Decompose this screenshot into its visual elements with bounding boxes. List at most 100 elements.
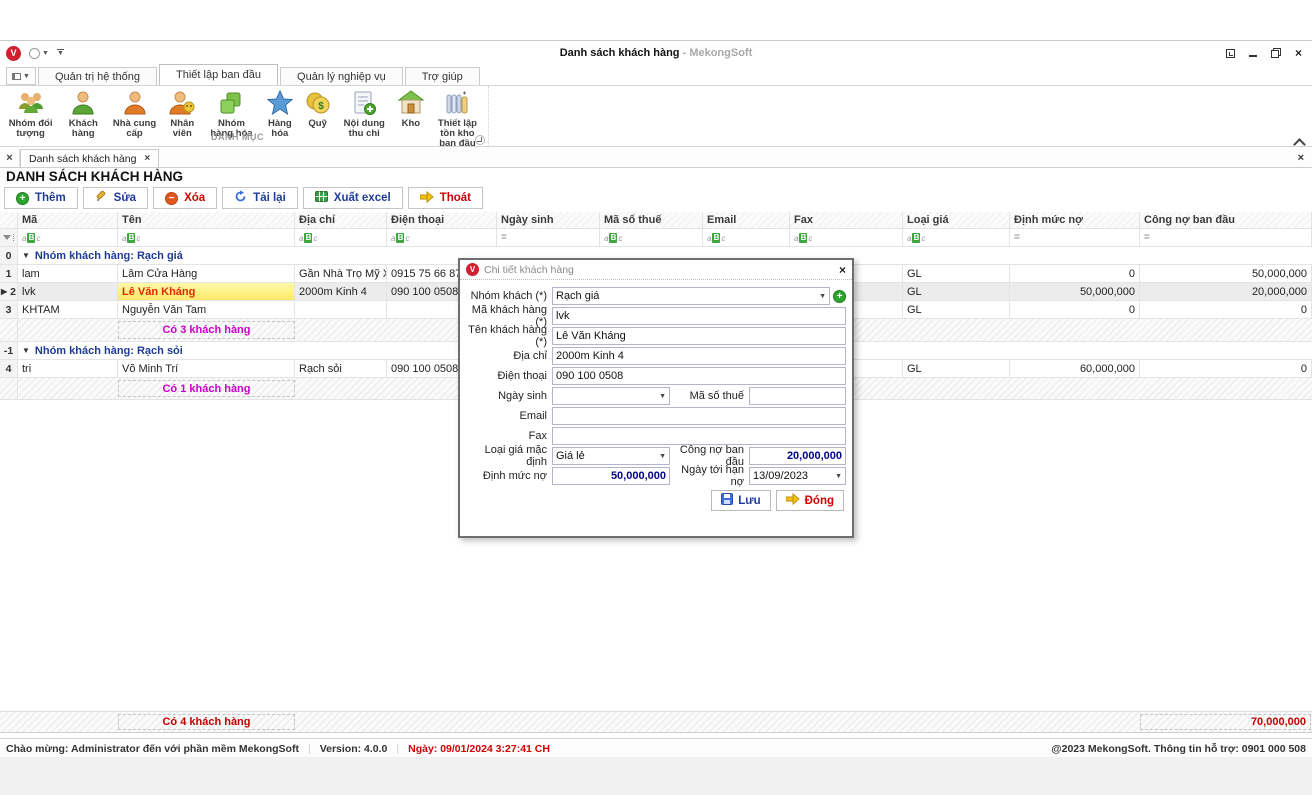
ribbon-tab-thiet-lap-ban-dau[interactable]: Thiết lập ban đầu <box>159 64 278 85</box>
tabstrip-close-left-icon[interactable]: × <box>0 149 20 167</box>
cell-cong-no-ban-dau[interactable]: 0 <box>1140 360 1312 377</box>
filter-cell-loai-gia[interactable]: aBc <box>903 229 1010 246</box>
column-header-loai-gia[interactable]: Loại giá <box>903 212 1010 228</box>
delete-button[interactable]: − Xóa <box>153 187 217 209</box>
document-tab-danh-sach-khach-hang[interactable]: Danh sách khách hàng × <box>20 149 159 167</box>
cell-dinh-muc-no[interactable]: 50,000,000 <box>1010 283 1140 300</box>
group-expanded-icon[interactable]: ▼ <box>22 346 30 355</box>
row-indicator[interactable]: 1 <box>0 265 18 282</box>
filter-cell-ma-so-thue[interactable]: aBc <box>600 229 703 246</box>
dien-thoai-input[interactable] <box>552 367 846 385</box>
column-header-dinh-muc-no[interactable]: Định mức nợ <box>1010 212 1140 228</box>
email-input[interactable] <box>552 407 846 425</box>
cell-dinh-muc-no[interactable]: 0 <box>1010 265 1140 282</box>
column-header-dia-chi[interactable]: Địa chỉ <box>295 212 387 228</box>
cell-loai-gia[interactable]: GL <box>903 360 1010 377</box>
cell-dia-chi[interactable]: Gần Nhà Trọ Mỹ X... <box>295 265 387 282</box>
status-support: @2023 MekongSoft. Thông tin hỗ trợ: 0901… <box>1051 743 1306 755</box>
filter-cell-cong-no-ban-dau[interactable]: = <box>1140 229 1312 246</box>
column-header-ma[interactable]: Mã <box>18 212 118 228</box>
row-indicator[interactable]: 3 <box>0 301 18 318</box>
filter-cell-email[interactable]: aBc <box>703 229 790 246</box>
cell-ma[interactable]: tri <box>18 360 118 377</box>
ribbon-item-quy[interactable]: $ Quỹ <box>300 88 336 130</box>
ngay-sinh-combobox[interactable]: ▼ <box>552 387 670 405</box>
fax-input[interactable] <box>552 427 846 445</box>
cell-dinh-muc-no[interactable]: 60,000,000 <box>1010 360 1140 377</box>
column-header-fax[interactable]: Fax <box>790 212 903 228</box>
cell-cong-no-ban-dau[interactable]: 0 <box>1140 301 1312 318</box>
add-group-button[interactable]: + <box>833 290 846 303</box>
row-indicator[interactable]: -1 <box>0 342 18 359</box>
fullscreen-icon[interactable] <box>1226 49 1235 58</box>
ma-khach-hang-input[interactable] <box>552 307 846 325</box>
cong-no-ban-dau-input[interactable] <box>749 447 846 465</box>
dinh-muc-no-input[interactable] <box>552 467 670 485</box>
add-button[interactable]: + Thêm <box>4 187 78 209</box>
ribbon-collapse-icon[interactable] <box>1294 136 1304 144</box>
row-indicator[interactable]: 0 <box>0 247 18 264</box>
row-indicator[interactable]: 4 <box>0 360 18 377</box>
qat-button[interactable]: ▼ <box>29 48 49 59</box>
ngay-toi-han-no-datepicker[interactable]: 13/09/2023 ▼ <box>749 467 846 485</box>
grid-corner-cell[interactable] <box>0 212 18 228</box>
cell-ma[interactable]: KHTAM <box>18 301 118 318</box>
cell-ten[interactable]: Võ Minh Trí <box>118 360 295 377</box>
ribbon-tab-tro-giup[interactable]: Trợ giúp <box>405 67 480 85</box>
filter-cell-ten[interactable]: aBc <box>118 229 295 246</box>
dia-chi-input[interactable] <box>552 347 846 365</box>
ribbon-item-kho[interactable]: Kho <box>393 88 429 130</box>
tabstrip-close-right-icon[interactable]: × <box>1298 149 1312 167</box>
column-header-cong-no-ban-dau[interactable]: Công nợ ban đầu <box>1140 212 1312 228</box>
ten-khach-hang-input[interactable] <box>552 327 846 345</box>
ribbon-apps-button[interactable]: ▼ <box>6 67 36 85</box>
dialog-titlebar[interactable]: V Chi tiết khách hàng × <box>460 260 852 280</box>
filter-cell-dinh-muc-no[interactable]: = <box>1010 229 1140 246</box>
filter-cell-fax[interactable]: aBc <box>790 229 903 246</box>
restore-icon[interactable] <box>1271 48 1281 58</box>
cell-cong-no-ban-dau[interactable]: 50,000,000 <box>1140 265 1312 282</box>
column-header-ten[interactable]: Tên <box>118 212 295 228</box>
cell-dinh-muc-no[interactable]: 0 <box>1010 301 1140 318</box>
cell-ten[interactable]: Nguyễn Văn Tam <box>118 301 295 318</box>
cell-ma[interactable]: lvk <box>18 283 118 300</box>
column-header-ma-so-thue[interactable]: Mã số thuế <box>600 212 703 228</box>
column-header-email[interactable]: Email <box>703 212 790 228</box>
filter-cell-dia-chi[interactable]: aBc <box>295 229 387 246</box>
cell-ma[interactable]: lam <box>18 265 118 282</box>
qat-customize-icon[interactable]: ▼ <box>57 49 64 57</box>
group-dialog-launcher-icon[interactable] <box>475 135 485 145</box>
edit-button[interactable]: Sửa <box>83 187 148 209</box>
filter-cell-ngay-sinh[interactable]: = <box>497 229 600 246</box>
cell-dia-chi[interactable]: 2000m Kinh 4 <box>295 283 387 300</box>
ma-so-thue-input[interactable] <box>749 387 846 405</box>
exit-button[interactable]: Thoát <box>408 187 483 209</box>
cell-cong-no-ban-dau[interactable]: 20,000,000 <box>1140 283 1312 300</box>
ribbon-tab-quan-ly-nghiep-vu[interactable]: Quản lý nghiệp vụ <box>280 67 403 85</box>
column-header-ngay-sinh[interactable]: Ngày sinh <box>497 212 600 228</box>
filter-cell-ma[interactable]: aBc <box>18 229 118 246</box>
export-excel-button[interactable]: Xuất excel <box>303 187 403 209</box>
column-header-dien-thoai[interactable]: Điện thoại <box>387 212 497 228</box>
dialog-close-icon[interactable]: × <box>839 264 846 276</box>
minimize-icon[interactable] <box>1249 55 1257 57</box>
cell-loai-gia[interactable]: GL <box>903 283 1010 300</box>
reload-button[interactable]: Tải lại <box>222 187 298 209</box>
nhom-khach-combobox[interactable]: Rạch giá ▼ <box>552 287 830 305</box>
save-button[interactable]: Lưu <box>711 490 770 511</box>
cell-ten-focused[interactable]: Lê Văn Kháng <box>118 283 295 300</box>
cell-loai-gia[interactable]: GL <box>903 265 1010 282</box>
cell-dia-chi[interactable]: Rạch sỏi <box>295 360 387 377</box>
close-icon[interactable]: × <box>1295 48 1302 58</box>
ribbon-tab-quan-tri-he-thong[interactable]: Quản trị hệ thống <box>38 67 157 85</box>
loai-gia-combobox[interactable]: Giá lẻ ▼ <box>552 447 670 465</box>
row-indicator-focused[interactable]: ▶ 2 <box>0 283 18 300</box>
close-button[interactable]: Đóng <box>776 490 844 511</box>
filter-cell-dien-thoai[interactable]: aBc <box>387 229 497 246</box>
cell-ten[interactable]: Lâm Cửa Hàng <box>118 265 295 282</box>
tab-close-icon[interactable]: × <box>144 153 150 164</box>
group-expanded-icon[interactable]: ▼ <box>22 251 30 260</box>
cell-dia-chi[interactable] <box>295 301 387 318</box>
filter-row-indicator[interactable] <box>0 229 18 246</box>
cell-loai-gia[interactable]: GL <box>903 301 1010 318</box>
